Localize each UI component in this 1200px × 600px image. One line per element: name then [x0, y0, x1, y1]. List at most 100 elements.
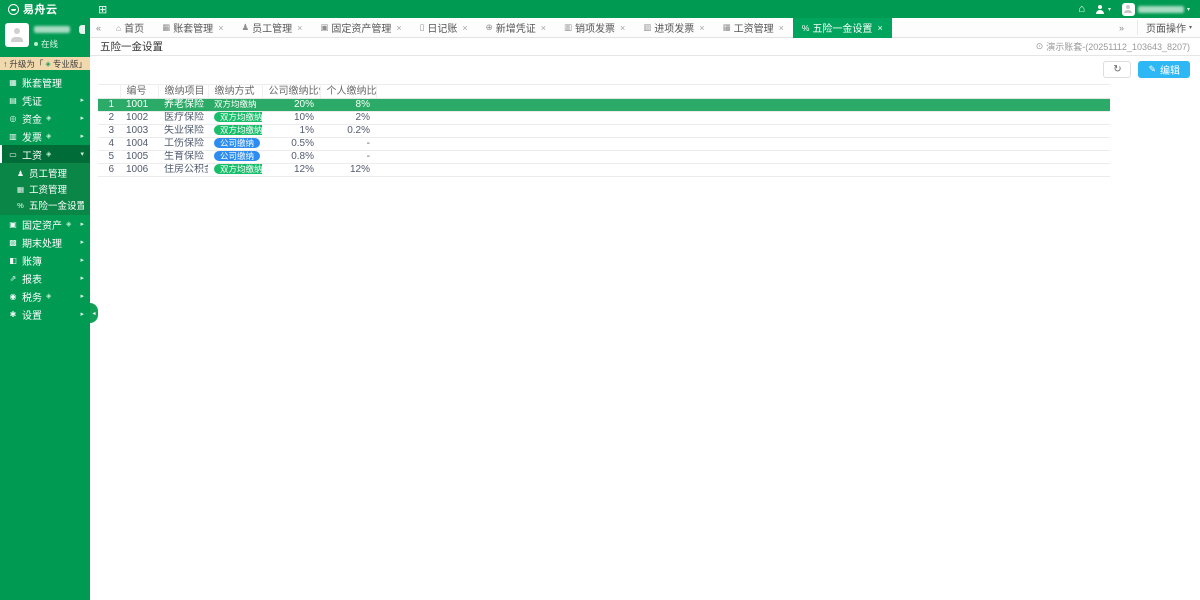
cell-method: 公司缴纳 — [208, 151, 262, 164]
close-icon[interactable]: × — [462, 23, 467, 33]
table-body: 11001养老保险双方均缴纳20%8%21002医疗保险双方均缴纳10%2%31… — [98, 99, 1110, 177]
sidebar-item-fixed-assets[interactable]: ▣固定资产◈▸ — [0, 215, 90, 233]
tab-journal[interactable]: ▯日记账× — [411, 18, 477, 38]
tab-new-voucher[interactable]: ⊕新增凭证× — [477, 18, 555, 38]
info-icon: ⊙ — [1036, 41, 1044, 52]
sidebar-item-funds[interactable]: ◎资金◈▸ — [0, 109, 90, 127]
cell-filler — [376, 164, 1110, 177]
gem-icon: ◈ — [45, 60, 50, 68]
tab-salary-management[interactable]: ▦工资管理× — [714, 18, 793, 38]
sidebar-item-salary-management[interactable]: ▦工资管理 — [0, 181, 90, 197]
table-row[interactable]: 41004工伤保险公司缴纳0.5%- — [98, 138, 1110, 151]
tab-label: 销项发票 — [575, 20, 615, 35]
insurance-table: 编号缴纳项目缴纳方式公司缴纳比例个人缴纳比例 11001养老保险双方均缴纳20%… — [98, 84, 1110, 177]
tab-output-invoices[interactable]: ▥销项发票 × — [555, 18, 634, 38]
sidebar-item-account-ledgers[interactable]: ◧账簿▸ — [0, 251, 90, 269]
sidebar-item-tax[interactable]: ◉税务◈▸ — [0, 287, 90, 305]
table-row[interactable]: 11001养老保险双方均缴纳20%8% — [98, 99, 1110, 112]
sidebar-item-employee-management[interactable]: ♟员工管理 — [0, 165, 90, 181]
tab-home[interactable]: ⌂首页 — [107, 18, 153, 38]
invoice-icon: ▥ — [564, 22, 572, 33]
sidebar-item-label: 设置 — [22, 307, 42, 322]
cell-rownum: 6 — [98, 164, 120, 177]
cell-item: 养老保险 — [158, 99, 208, 112]
tab-label: 账套管理 — [173, 20, 213, 35]
account-set-meta: ⊙ 演示账套-(20251112_103643_8207) — [1036, 40, 1190, 53]
refresh-icon: ↻ — [1113, 64, 1121, 75]
close-icon[interactable]: × — [877, 23, 882, 33]
sidebar-item-label: 凭证 — [22, 93, 42, 108]
account-set-label: 演示账套-(20251112_103643_8207) — [1046, 40, 1190, 53]
tab-bar-right: » 页面操作 ▾ — [1113, 20, 1200, 35]
cell-rownum: 1 — [98, 99, 120, 112]
sidebar-item-salary[interactable]: ▭工资◈▾ — [0, 145, 90, 163]
cell-filler — [376, 99, 1110, 112]
sidebar-item-invoices[interactable]: ▥发票◈▸ — [0, 127, 90, 145]
tab-scroll-right-icon[interactable]: » — [1113, 23, 1130, 33]
close-icon[interactable]: × — [218, 23, 223, 33]
close-icon[interactable]: × — [541, 23, 546, 33]
sidebar-item-period-end[interactable]: ▩期末处理▸ — [0, 233, 90, 251]
sidebar-item-vouchers[interactable]: ▤凭证▸ — [0, 91, 90, 109]
home-icon[interactable]: ⌂ — [1078, 3, 1085, 15]
sidebar-menu: ▦账套管理 ▤ 凭证 ▸ ◎资金◈▸▥发票◈▸▭工资◈▾ ♟员工管理▦工资管理%五险一金设… — [0, 73, 90, 323]
gem-icon: ◈ — [66, 220, 71, 228]
avatar — [1122, 3, 1135, 16]
tab-scroll-left-icon[interactable]: « — [90, 23, 107, 33]
close-icon[interactable]: × — [699, 23, 704, 33]
profile-toggle[interactable] — [79, 25, 85, 34]
tab-label: 日记账 — [427, 20, 457, 35]
close-icon[interactable]: × — [297, 23, 302, 33]
funds-icon: ◎ — [8, 114, 18, 123]
sidebar-item-settings[interactable]: ✱设置▸ — [0, 305, 90, 323]
close-icon[interactable]: × — [779, 23, 784, 33]
tab-input-invoices[interactable]: ▥进项发票× — [634, 18, 713, 38]
tab-employee-management[interactable]: ♟员工管理× — [232, 18, 311, 38]
table-row[interactable]: 51005生育保险公司缴纳0.8%- — [98, 151, 1110, 164]
cell-item: 工伤保险 — [158, 138, 208, 151]
period-icon: ▩ — [8, 238, 18, 247]
home-icon: ⌂ — [116, 23, 121, 33]
cell-method: 双方均缴纳 — [208, 112, 262, 125]
content-toolbar: ↻ ✎ 编辑 — [98, 59, 1192, 84]
employee-icon: ♟ — [241, 22, 249, 33]
sidebar-item-insurance-settings[interactable]: %五险一金设置 — [0, 197, 90, 213]
cell-rownum: 5 — [98, 151, 120, 164]
cell-item: 失业保险 — [158, 125, 208, 138]
user-menu-button[interactable]: ▾ — [1096, 5, 1111, 14]
tab-account-books[interactable]: ▦账套管理× — [153, 18, 232, 38]
close-icon[interactable]: × — [396, 23, 401, 33]
edit-button[interactable]: ✎ 编辑 — [1138, 61, 1190, 78]
sidebar-item-label: 员工管理 — [29, 166, 67, 180]
grid-icon[interactable]: ⊞ — [98, 3, 107, 16]
payment-method-badge: 双方均缴纳 — [214, 99, 257, 109]
avatar[interactable] — [5, 23, 29, 47]
voucher-icon: ▤ — [8, 96, 18, 105]
tab-label: 工资管理 — [734, 20, 774, 35]
cell-personal-ratio: 12% — [320, 164, 376, 177]
table-row[interactable]: 21002医疗保险双方均缴纳10%2% — [98, 112, 1110, 125]
page-actions-dropdown[interactable]: 页面操作 ▾ — [1137, 20, 1192, 35]
close-icon[interactable]: × — [620, 23, 625, 33]
sidebar-item-account-books[interactable]: ▦账套管理 — [0, 73, 90, 91]
app-logo: 易舟云 — [0, 1, 90, 17]
sidebar-item-label: 报表 — [22, 271, 42, 286]
sidebar-item-label: 账套管理 — [22, 75, 62, 90]
account-menu-button[interactable]: ▾ — [1122, 3, 1190, 16]
sidebar-item-reports[interactable]: ⇗报表▸ — [0, 269, 90, 287]
tab-fixed-assets-management[interactable]: ▣固定资产管理× — [311, 18, 410, 38]
chevron-right-icon: ▸ — [80, 292, 84, 300]
table-row[interactable]: 31003失业保险双方均缴纳1%0.2% — [98, 125, 1110, 138]
table-row[interactable]: 61006住房公积金双方均缴纳12%12% — [98, 164, 1110, 177]
payment-method-badge: 公司缴纳 — [214, 138, 260, 148]
user-block: 在线 — [0, 18, 90, 54]
cell-item: 住房公积金 — [158, 164, 208, 177]
cell-method: 双方均缴纳 — [208, 125, 262, 138]
online-status-label: 在线 — [41, 38, 58, 50]
refresh-button[interactable]: ↻ — [1103, 61, 1131, 78]
tab-insurance-settings[interactable]: %五险一金设置× — [793, 18, 892, 38]
chevron-right-icon: ▸ — [80, 274, 84, 282]
cell-company-ratio: 0.5% — [262, 138, 320, 151]
cell-personal-ratio: 0.2% — [320, 125, 376, 138]
upgrade-button[interactable]: ↑ 升级为「 ◈ 专业版」 — [0, 57, 90, 70]
